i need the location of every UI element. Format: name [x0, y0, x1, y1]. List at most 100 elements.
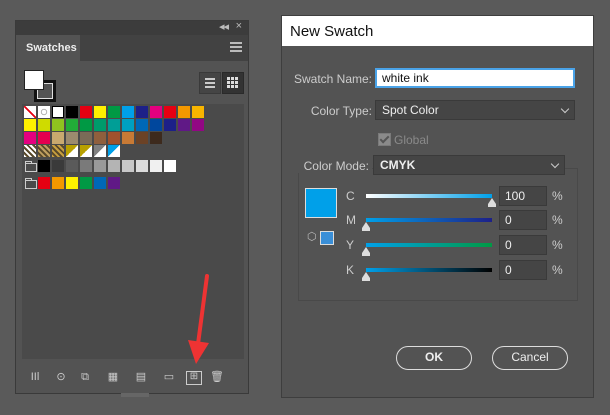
color-mode-dropdown[interactable]: CMYK: [373, 155, 565, 175]
panel-menu-icon[interactable]: [230, 40, 242, 54]
channel-value-input[interactable]: 0: [499, 210, 547, 230]
color-swatch[interactable]: [66, 106, 78, 118]
slider-thumb[interactable]: [362, 272, 370, 281]
color-swatch[interactable]: [164, 106, 176, 118]
color-swatch[interactable]: [94, 160, 106, 172]
color-swatch[interactable]: [66, 132, 78, 144]
channel-slider[interactable]: [362, 268, 492, 281]
color-swatch[interactable]: [24, 132, 36, 144]
list-view-button[interactable]: [199, 72, 221, 94]
channel-value-input[interactable]: 0: [499, 235, 547, 255]
color-swatch[interactable]: [66, 177, 78, 189]
color-type-dropdown[interactable]: Spot Color: [375, 100, 575, 120]
color-swatch[interactable]: [38, 132, 50, 144]
color-swatch[interactable]: [52, 106, 64, 118]
tab-swatches[interactable]: Swatches: [16, 35, 80, 61]
cancel-button[interactable]: Cancel: [492, 346, 568, 370]
color-swatch[interactable]: [108, 119, 120, 131]
color-swatch[interactable]: [66, 160, 78, 172]
color-swatch[interactable]: [52, 160, 64, 172]
library-icon[interactable]: IIl: [28, 371, 42, 383]
color-group-icon[interactable]: ▤: [134, 371, 148, 383]
color-swatch[interactable]: [94, 145, 106, 157]
fill-swatch[interactable]: [24, 70, 44, 90]
slider-thumb[interactable]: [488, 198, 496, 207]
color-swatch[interactable]: [94, 177, 106, 189]
channel-value-input[interactable]: 100: [499, 186, 547, 206]
out-of-web-gamut-cube-icon[interactable]: ⬡: [307, 232, 318, 243]
slider-thumb[interactable]: [362, 247, 370, 256]
color-swatch[interactable]: [192, 119, 204, 131]
collapse-icon[interactable]: ◂◂: [219, 20, 229, 33]
color-swatch[interactable]: [80, 145, 92, 157]
color-swatch[interactable]: [66, 119, 78, 131]
color-swatch[interactable]: [80, 177, 92, 189]
color-swatch[interactable]: [150, 132, 162, 144]
color-swatch[interactable]: [66, 145, 78, 157]
color-swatch[interactable]: [178, 119, 190, 131]
color-swatch[interactable]: [52, 177, 64, 189]
color-swatch[interactable]: [150, 106, 162, 118]
thumbnail-view-button[interactable]: [222, 72, 244, 94]
new-swatch-icon[interactable]: ⊞: [186, 371, 202, 385]
registration-swatch[interactable]: [38, 106, 50, 118]
color-swatch[interactable]: [164, 160, 176, 172]
color-swatch[interactable]: [136, 119, 148, 131]
color-swatch[interactable]: [108, 106, 120, 118]
color-swatch[interactable]: [122, 160, 134, 172]
global-checkbox[interactable]: [378, 133, 391, 146]
color-swatch[interactable]: [122, 106, 134, 118]
delete-icon[interactable]: 🗑: [210, 371, 224, 383]
color-swatch[interactable]: [24, 119, 36, 131]
place-swatch-icon[interactable]: ⊙: [54, 371, 68, 383]
color-swatch[interactable]: [150, 160, 162, 172]
color-swatch[interactable]: [164, 119, 176, 131]
color-swatch[interactable]: [94, 106, 106, 118]
color-swatch[interactable]: [150, 119, 162, 131]
color-swatch[interactable]: [108, 145, 120, 157]
show-kinds-icon[interactable]: ⧉: [78, 371, 92, 383]
panel-title-bar[interactable]: ◂◂ ×: [16, 20, 248, 35]
color-swatch[interactable]: [52, 119, 64, 131]
color-swatch[interactable]: [38, 119, 50, 131]
color-swatch[interactable]: [80, 132, 92, 144]
color-swatch[interactable]: [122, 119, 134, 131]
color-swatch[interactable]: [94, 119, 106, 131]
dialog-title-bar[interactable]: New Swatch: [282, 16, 593, 46]
channel-slider[interactable]: [362, 243, 492, 256]
channel-slider[interactable]: [362, 218, 492, 231]
swatch-name-input[interactable]: white ink: [375, 68, 575, 88]
channel-slider[interactable]: [366, 194, 496, 207]
color-swatch[interactable]: [122, 132, 134, 144]
color-swatch[interactable]: [38, 177, 50, 189]
slider-thumb[interactable]: [362, 222, 370, 231]
resize-grip[interactable]: [121, 393, 149, 397]
color-swatch[interactable]: [108, 160, 120, 172]
none-swatch[interactable]: [24, 106, 36, 118]
color-swatch[interactable]: [178, 106, 190, 118]
color-swatch[interactable]: [192, 106, 204, 118]
color-swatch[interactable]: [136, 160, 148, 172]
web-safe-color-swatch[interactable]: [320, 231, 334, 245]
color-swatch[interactable]: [24, 145, 36, 157]
close-icon[interactable]: ×: [236, 20, 242, 32]
color-swatch[interactable]: [136, 106, 148, 118]
color-swatch[interactable]: [136, 132, 148, 144]
color-swatch[interactable]: [108, 132, 120, 144]
color-swatch[interactable]: [108, 177, 120, 189]
color-group-folder-icon[interactable]: [24, 177, 37, 189]
color-swatch[interactable]: [80, 119, 92, 131]
swatch-options-icon[interactable]: ▦: [106, 371, 120, 383]
new-folder-icon[interactable]: ▭: [162, 371, 176, 383]
color-swatch[interactable]: [94, 132, 106, 144]
color-swatch[interactable]: [80, 106, 92, 118]
ok-button[interactable]: OK: [396, 346, 472, 370]
fill-stroke-indicator[interactable]: [24, 70, 56, 102]
color-swatch[interactable]: [52, 145, 64, 157]
color-group-folder-icon[interactable]: [24, 160, 37, 172]
channel-value-input[interactable]: 0: [499, 260, 547, 280]
color-swatch[interactable]: [38, 145, 50, 157]
color-swatch[interactable]: [52, 132, 64, 144]
color-swatch[interactable]: [38, 160, 50, 172]
color-swatch[interactable]: [80, 160, 92, 172]
